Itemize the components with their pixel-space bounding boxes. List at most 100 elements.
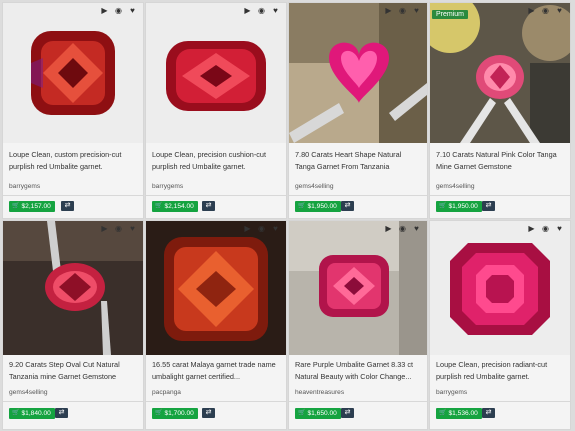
- seller-name[interactable]: gems4selling: [295, 183, 333, 190]
- price-button[interactable]: 🛒 $2,157.00: [9, 201, 55, 212]
- product-card[interactable]: ▶ ◉ ♥ Rare Purple Umbalite Garnet 8.33 c…: [289, 221, 427, 429]
- product-grid: ▶ ◉ ♥ Loupe Clean, custom precision-cut …: [0, 0, 575, 431]
- product-title[interactable]: Rare Purple Umbalite Garnet 8.33 ct Natu…: [295, 359, 423, 383]
- seller-name[interactable]: barrygems: [436, 389, 467, 396]
- compare-button[interactable]: ⇄: [482, 408, 495, 418]
- eye-icon[interactable]: ◉: [541, 7, 550, 15]
- product-card[interactable]: Premium ▶ ◉ ♥ 7.10 Carats Natural Pink C…: [430, 3, 570, 218]
- compare-button[interactable]: ⇄: [341, 408, 354, 418]
- seller-name[interactable]: gems4selling: [436, 183, 474, 190]
- divider: [289, 401, 427, 402]
- video-icon[interactable]: ▶: [384, 7, 393, 15]
- video-icon[interactable]: ▶: [100, 225, 109, 233]
- compare-button[interactable]: ⇄: [482, 201, 495, 211]
- seller-name[interactable]: heaventreasures: [295, 389, 344, 396]
- gem-image[interactable]: ▶ ◉ ♥: [430, 221, 570, 355]
- gem-photo: [430, 3, 570, 143]
- heart-icon[interactable]: ♥: [271, 225, 280, 233]
- gem-image[interactable]: ▶ ◉ ♥: [146, 3, 286, 143]
- price-button[interactable]: 🛒 $1,950.00: [295, 201, 341, 212]
- compare-button[interactable]: ⇄: [61, 201, 74, 211]
- seller-name[interactable]: gems4selling: [9, 389, 47, 396]
- compare-button[interactable]: ⇄: [202, 201, 215, 211]
- card-actions: ▶ ◉ ♥: [100, 7, 137, 15]
- video-icon[interactable]: ▶: [243, 225, 252, 233]
- price-label: $2,157.00: [21, 203, 51, 210]
- compare-button[interactable]: ⇄: [55, 408, 68, 418]
- gem-image[interactable]: ▶ ◉ ♥: [289, 221, 427, 355]
- card-actions: ▶ ◉ ♥: [100, 225, 137, 233]
- product-card[interactable]: ▶ ◉ ♥ Loupe Clean, precision cushion-cut…: [146, 3, 286, 218]
- cart-icon: 🛒: [298, 203, 306, 209]
- price-button[interactable]: 🛒 $1,650.00: [295, 408, 341, 419]
- card-actions: ▶ ◉ ♥: [384, 225, 421, 233]
- product-title[interactable]: Loupe Clean, custom precision-cut purpli…: [9, 149, 139, 173]
- gem-photo: [146, 221, 286, 355]
- heart-icon[interactable]: ♥: [412, 7, 421, 15]
- eye-icon[interactable]: ◉: [114, 225, 123, 233]
- gem-photo: [3, 3, 143, 143]
- price-label: $1,950.00: [307, 203, 337, 210]
- cart-icon: 🛒: [155, 203, 163, 209]
- product-title[interactable]: 7.10 Carats Natural Pink Color Tanga Min…: [436, 149, 566, 173]
- seller-name[interactable]: barrygems: [9, 183, 40, 190]
- product-title[interactable]: 9.20 Carats Step Oval Cut Natural Tanzan…: [9, 359, 139, 383]
- video-icon[interactable]: ▶: [100, 7, 109, 15]
- gem-photo: [289, 221, 427, 355]
- compare-button[interactable]: ⇄: [202, 408, 215, 418]
- heart-icon[interactable]: ♥: [555, 7, 564, 15]
- product-title[interactable]: Loupe Clean, precision radiant-cut purpl…: [436, 359, 566, 383]
- heart-icon[interactable]: ♥: [271, 7, 280, 15]
- heart-icon[interactable]: ♥: [555, 225, 564, 233]
- gem-image[interactable]: Premium ▶ ◉ ♥: [430, 3, 570, 143]
- eye-icon[interactable]: ◉: [257, 225, 266, 233]
- eye-icon[interactable]: ◉: [257, 7, 266, 15]
- gem-photo: [146, 3, 286, 143]
- gem-photo: [430, 221, 570, 355]
- price-button[interactable]: 🛒 $1,536.00: [436, 408, 482, 419]
- seller-name[interactable]: pacpanga: [152, 389, 181, 396]
- price-label: $2,154.00: [164, 203, 194, 210]
- gem-image[interactable]: ▶ ◉ ♥: [289, 3, 427, 143]
- divider: [430, 195, 570, 196]
- price-label: $1,700.00: [164, 410, 194, 417]
- price-button[interactable]: 🛒 $1,840.00: [9, 408, 55, 419]
- product-card[interactable]: ▶ ◉ ♥ 16.55 carat Malaya garnet trade na…: [146, 221, 286, 429]
- video-icon[interactable]: ▶: [384, 225, 393, 233]
- video-icon[interactable]: ▶: [527, 225, 536, 233]
- product-card[interactable]: ▶ ◉ ♥ 9.20 Carats Step Oval Cut Natural …: [3, 221, 143, 429]
- price-label: $1,840.00: [21, 410, 51, 417]
- product-title[interactable]: Loupe Clean, precision cushion-cut purpl…: [152, 149, 282, 173]
- price-button[interactable]: 🛒 $2,154.00: [152, 201, 198, 212]
- eye-icon[interactable]: ◉: [398, 225, 407, 233]
- price-button[interactable]: 🛒 $1,950.00: [436, 201, 482, 212]
- video-icon[interactable]: ▶: [243, 7, 252, 15]
- gem-image[interactable]: ▶ ◉ ♥: [3, 221, 143, 355]
- gem-image[interactable]: ▶ ◉ ♥: [3, 3, 143, 143]
- cart-icon: 🛒: [439, 410, 447, 416]
- eye-icon[interactable]: ◉: [114, 7, 123, 15]
- price-label: $1,536.00: [448, 410, 478, 417]
- eye-icon[interactable]: ◉: [541, 225, 550, 233]
- heart-icon[interactable]: ♥: [412, 225, 421, 233]
- product-title[interactable]: 7.80 Carats Heart Shape Natural Tanga Ga…: [295, 149, 423, 173]
- compare-button[interactable]: ⇄: [341, 201, 354, 211]
- divider: [3, 401, 143, 402]
- product-card[interactable]: ▶ ◉ ♥ Loupe Clean, precision radiant-cut…: [430, 221, 570, 429]
- heart-icon[interactable]: ♥: [128, 225, 137, 233]
- card-actions: ▶ ◉ ♥: [243, 225, 280, 233]
- heart-icon[interactable]: ♥: [128, 7, 137, 15]
- gem-image[interactable]: ▶ ◉ ♥: [146, 221, 286, 355]
- product-card[interactable]: ▶ ◉ ♥ Loupe Clean, custom precision-cut …: [3, 3, 143, 218]
- cart-icon: 🛒: [439, 203, 447, 209]
- card-actions: ▶ ◉ ♥: [527, 7, 564, 15]
- price-button[interactable]: 🛒 $1,700.00: [152, 408, 198, 419]
- seller-name[interactable]: barrygems: [152, 183, 183, 190]
- product-title[interactable]: 16.55 carat Malaya garnet trade name umb…: [152, 359, 282, 383]
- video-icon[interactable]: ▶: [527, 7, 536, 15]
- price-label: $1,650.00: [307, 410, 337, 417]
- eye-icon[interactable]: ◉: [398, 7, 407, 15]
- product-card[interactable]: ▶ ◉ ♥ 7.80 Carats Heart Shape Natural Ta…: [289, 3, 427, 218]
- divider: [289, 195, 427, 196]
- card-actions: ▶ ◉ ♥: [384, 7, 421, 15]
